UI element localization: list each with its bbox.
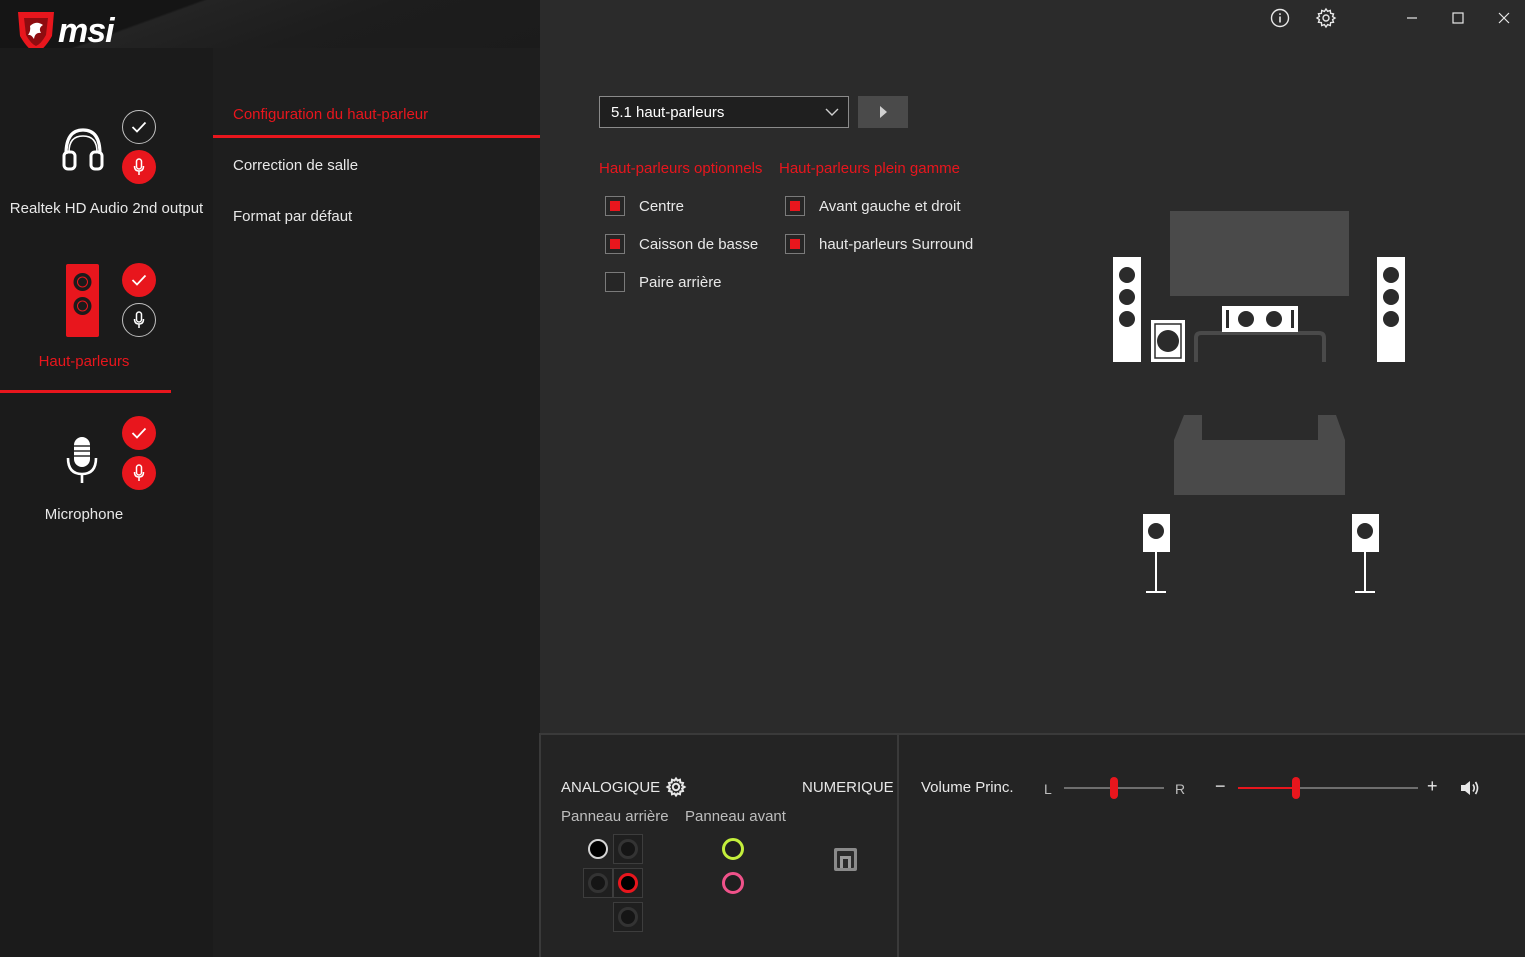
microphone-small-icon <box>133 311 145 328</box>
default-device-check[interactable] <box>122 416 156 450</box>
volume-label: Volume Princ. <box>921 779 1014 796</box>
mute-button[interactable] <box>1459 778 1481 798</box>
brand-wordmark: msi <box>58 12 115 50</box>
info-icon <box>1270 8 1290 28</box>
close-button[interactable] <box>1492 6 1516 30</box>
checkbox-surround[interactable]: haut-parleurs Surround <box>785 233 973 255</box>
maximize-icon <box>1452 12 1464 24</box>
front-left-speaker-icon[interactable] <box>1113 257 1141 362</box>
minimize-icon <box>1407 17 1417 19</box>
maximize-button[interactable] <box>1446 6 1470 30</box>
front-right-speaker-icon[interactable] <box>1377 257 1405 362</box>
rear-jack-empty[interactable] <box>613 834 643 864</box>
checkbox-subwoofer[interactable]: Caisson de basse <box>605 233 758 255</box>
speaker-volume-icon <box>1461 781 1479 795</box>
balance-slider[interactable] <box>1064 776 1164 800</box>
checkbox-box[interactable] <box>605 272 625 292</box>
gear-icon <box>665 776 687 798</box>
checkbox-box[interactable] <box>785 234 805 254</box>
digital-port[interactable] <box>833 847 858 872</box>
divider <box>539 733 541 957</box>
check-icon <box>131 427 147 439</box>
volume-plus-icon[interactable]: + <box>1427 776 1438 797</box>
analog-settings-button[interactable] <box>665 776 687 798</box>
rear-jack-empty[interactable] <box>583 868 613 898</box>
balance-slider-thumb[interactable] <box>1110 777 1118 799</box>
microphone-small-icon <box>133 464 145 481</box>
device-active-underline <box>0 390 171 393</box>
rear-jack-black[interactable] <box>583 834 613 864</box>
device-speakers[interactable]: Haut-parleurs <box>0 255 213 395</box>
optional-speakers-title: Haut-parleurs optionnels <box>599 160 763 177</box>
default-comm-device-button[interactable] <box>122 303 156 337</box>
headphones-icon <box>62 128 104 171</box>
checkbox-box[interactable] <box>605 196 625 216</box>
divider <box>897 735 899 957</box>
sofa-icon <box>1174 415 1345 495</box>
speaker-config-select[interactable]: 5.1 haut-parleurs <box>599 96 849 128</box>
nav-active-underline <box>213 135 540 138</box>
close-icon <box>1498 12 1510 24</box>
checkbox-center[interactable]: Centre <box>605 195 684 217</box>
default-comm-device-button[interactable] <box>122 456 156 490</box>
rear-jack-red[interactable] <box>613 868 643 898</box>
subwoofer-icon[interactable] <box>1151 320 1185 362</box>
checkbox-label: Centre <box>639 197 685 215</box>
checkbox-box[interactable] <box>605 234 625 254</box>
tv-screen <box>1170 211 1349 296</box>
speaker-icon <box>66 264 99 337</box>
checkbox-label: Paire arrière <box>639 273 722 291</box>
analog-label: ANALOGIQUE <box>561 779 661 796</box>
settings-icon <box>1315 7 1337 29</box>
checkbox-front-lr[interactable]: Avant gauche et droit <box>785 195 961 217</box>
front-jack-pink[interactable] <box>722 872 744 894</box>
center-speaker-icon[interactable] <box>1222 306 1298 332</box>
speaker-config-value: 5.1 haut-parleurs <box>611 104 725 121</box>
checkbox-box[interactable] <box>785 196 805 216</box>
test-play-button[interactable] <box>858 96 908 128</box>
settings-nav: Configuration du haut-parleur Correction… <box>213 48 540 957</box>
device-label: Microphone <box>44 506 124 523</box>
front-jack-green[interactable] <box>722 838 744 860</box>
device-label: Haut-parleurs <box>38 353 130 370</box>
info-button[interactable] <box>1268 6 1292 30</box>
check-icon <box>131 274 147 286</box>
settings-button[interactable] <box>1314 6 1338 30</box>
nav-default-format[interactable]: Format par défaut <box>233 208 352 225</box>
speaker-layout-diagram <box>1113 211 1405 593</box>
checkbox-label: haut-parleurs Surround <box>819 235 974 253</box>
check-icon <box>131 121 147 133</box>
surround-left-speaker-icon[interactable] <box>1143 514 1170 593</box>
device-headphones[interactable]: Realtek HD Audio 2nd output <box>0 100 213 230</box>
rear-jack-empty[interactable] <box>613 902 643 932</box>
volume-slider[interactable] <box>1238 776 1418 800</box>
default-device-check[interactable] <box>122 263 156 297</box>
nav-room-correction[interactable]: Correction de salle <box>233 157 358 174</box>
balance-left-label: L <box>1044 781 1052 797</box>
balance-right-label: R <box>1175 781 1186 797</box>
rear-panel-label: Panneau arrière <box>561 808 669 825</box>
microphone-small-icon <box>133 158 145 175</box>
spdif-port-icon <box>834 848 857 871</box>
play-icon <box>880 106 887 118</box>
volume-slider-thumb[interactable] <box>1291 777 1300 799</box>
default-device-check[interactable] <box>122 110 156 144</box>
checkbox-label: Caisson de basse <box>639 235 759 253</box>
minimize-button[interactable] <box>1400 6 1424 30</box>
device-microphone[interactable]: Microphone <box>0 410 213 540</box>
fullrange-speakers-title: Haut-parleurs plein gamme <box>779 160 960 177</box>
tv-stand <box>1194 331 1326 362</box>
microphone-icon <box>66 437 98 483</box>
surround-right-speaker-icon[interactable] <box>1352 514 1379 593</box>
checkbox-rear-pair[interactable]: Paire arrière <box>605 271 722 293</box>
digital-label: NUMERIQUE <box>802 779 894 796</box>
default-comm-device-button[interactable] <box>122 150 156 184</box>
bottom-panel <box>540 733 1525 957</box>
device-label: Realtek HD Audio 2nd output <box>9 200 204 217</box>
volume-minus-icon[interactable]: − <box>1215 776 1226 797</box>
nav-speaker-config[interactable]: Configuration du haut-parleur <box>233 106 428 123</box>
chevron-down-icon <box>825 108 839 116</box>
checkbox-label: Avant gauche et droit <box>819 197 961 215</box>
front-panel-label: Panneau avant <box>685 808 786 825</box>
